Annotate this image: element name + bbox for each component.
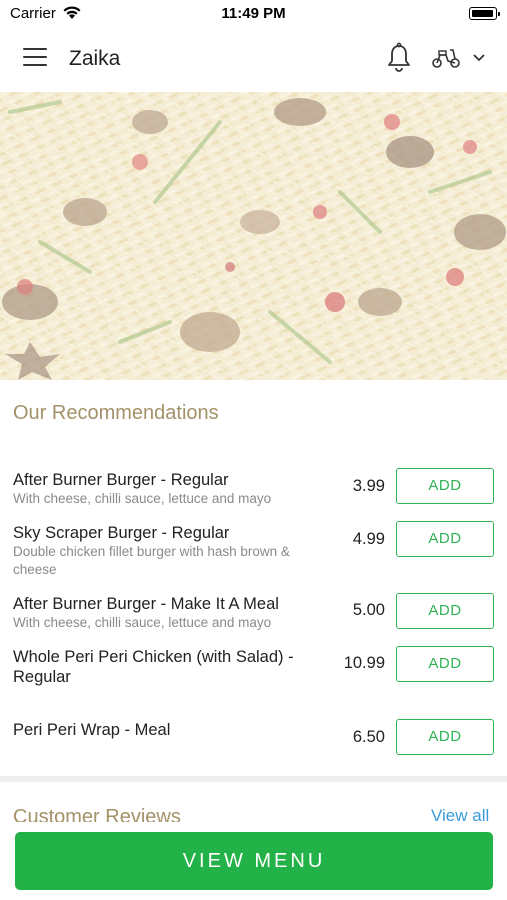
scooter-icon[interactable] xyxy=(430,46,462,70)
app-bar: Zaika xyxy=(0,28,507,92)
item-name: Sky Scraper Burger - Regular xyxy=(13,524,230,542)
view-menu-button[interactable]: VIEW MENU xyxy=(15,832,493,890)
item-name: After Burner Burger - Regular xyxy=(13,471,229,489)
hero-image xyxy=(0,92,507,380)
item-price: 6.50 xyxy=(352,728,385,746)
item-price: 3.99 xyxy=(352,477,385,495)
add-button[interactable]: ADD xyxy=(396,521,494,557)
status-bar: Carrier 11:49 PM xyxy=(0,0,507,28)
item-name: Peri Peri Wrap - Meal xyxy=(13,721,171,739)
battery-icon xyxy=(469,7,500,20)
item-description: Double chicken fillet burger with hash b… xyxy=(13,544,290,577)
item-price: 4.99 xyxy=(352,530,385,548)
bell-icon[interactable] xyxy=(386,42,412,74)
recommendations-title: Our Recommendations xyxy=(13,402,219,424)
item-name: Whole Peri Peri Chicken (with Salad) - R… xyxy=(13,648,294,686)
clock: 11:49 PM xyxy=(221,5,286,22)
menu-icon[interactable] xyxy=(23,48,47,68)
add-button[interactable]: ADD xyxy=(396,646,494,682)
item-description: With cheese, chilli sauce, lettuce and m… xyxy=(13,615,272,630)
section-divider xyxy=(0,776,507,782)
item-price: 5.00 xyxy=(352,601,385,619)
item-description: With cheese, chilli sauce, lettuce and m… xyxy=(13,491,272,506)
add-button[interactable]: ADD xyxy=(396,468,494,504)
biryani-image xyxy=(0,92,507,380)
add-button[interactable]: ADD xyxy=(396,719,494,755)
item-price: 10.99 xyxy=(343,654,385,672)
app-title: Zaika xyxy=(69,47,121,70)
item-name: After Burner Burger - Make It A Meal xyxy=(13,595,279,613)
chevron-down-icon[interactable] xyxy=(472,52,486,62)
add-button[interactable]: ADD xyxy=(396,593,494,629)
